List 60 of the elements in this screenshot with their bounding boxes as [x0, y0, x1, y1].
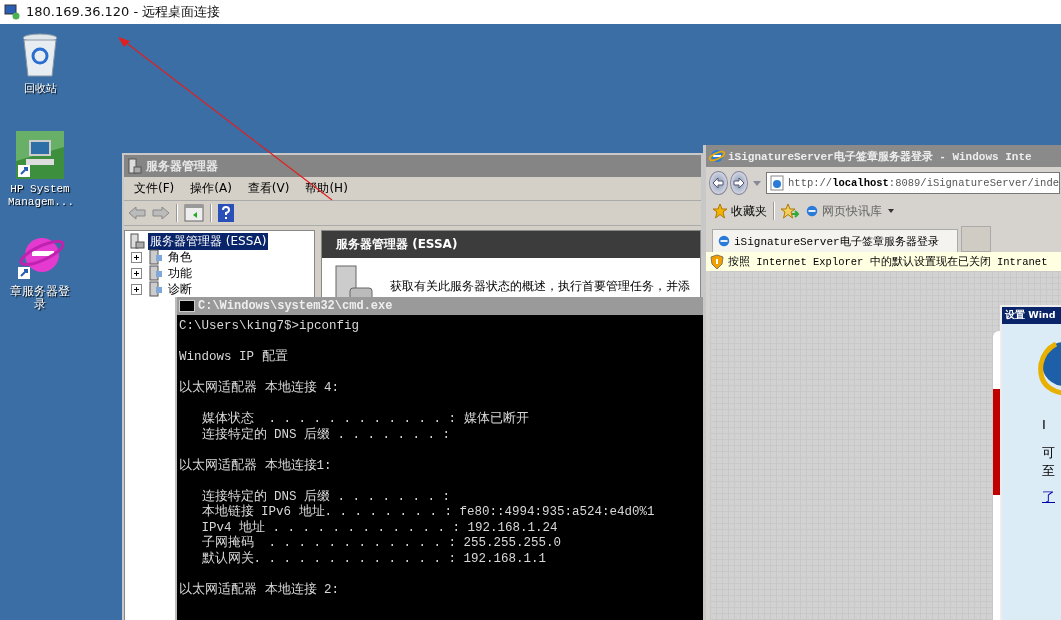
dialog-text: I	[1042, 416, 1046, 434]
desktop-icon-label[interactable]: 回收站	[23, 82, 57, 95]
star-icon	[712, 203, 728, 219]
console-line: 连接特定的 DNS 后缀 . . . . . . . :	[200, 489, 451, 504]
folder-server-icon	[147, 265, 163, 281]
forward-arrow-icon	[732, 177, 745, 189]
back-arrow-icon	[712, 177, 725, 189]
address-field[interactable]: http://localhost:8089/iSignatureServer/inde	[766, 172, 1060, 194]
window-title: iSignatureServer电子签章服务器登录 - Windows Inte	[728, 149, 1032, 164]
folder-server-icon	[147, 281, 163, 297]
menu-item[interactable]: 操作(A)	[190, 180, 232, 197]
console-line: 以太网适配器 本地连接 2:	[179, 582, 339, 598]
pane-header: 服务器管理器 (ESSA)	[322, 231, 700, 258]
forward-button[interactable]	[729, 171, 749, 195]
favorites-button[interactable]: 收藏夹	[712, 202, 767, 220]
server-icon	[128, 158, 142, 174]
remote-desktop-icon	[4, 4, 20, 20]
console-line: 默认网关. . . . . . . . . . . . . : 192.168.1.1	[200, 551, 547, 567]
tree-item[interactable]: 服务器管理器 (ESSA)	[148, 232, 269, 250]
summary-text: 获取有关此服务器状态的概述，执行首要管理任务，并添	[390, 278, 690, 294]
dialog-link[interactable]: 了	[1042, 488, 1055, 506]
console-line: IPv4 地址 . . . . . . . . . . . . : 192.168.1.24	[200, 520, 558, 535]
menu-item[interactable]: 文件(F)	[134, 180, 175, 197]
information-bar[interactable]: 按照 Internet Explorer 中的默认设置现在已关闭 Intranet	[706, 252, 1061, 271]
folder-server-icon	[147, 249, 163, 265]
window-title: 服务器管理器	[146, 157, 218, 175]
dialog-text: 至	[1042, 462, 1055, 480]
recycle-bin-icon[interactable]	[20, 32, 60, 78]
back-button[interactable]	[709, 171, 728, 195]
console-line: 以太网适配器 本地连接 4:	[179, 381, 339, 397]
console-line: 以太网适配器 本地连接1:	[179, 458, 332, 474]
console-icon	[179, 300, 195, 312]
dialog-title: 设置 Wind	[1002, 307, 1061, 324]
tree-item[interactable]: 角色	[166, 248, 194, 266]
menu-item[interactable]: 查看(V)	[247, 180, 290, 197]
window-title: 180.169.36.120 - 远程桌面连接	[26, 3, 221, 21]
console-line: 媒体状态 . . . . . . . . . . . . : 媒体已断开	[200, 412, 529, 427]
expand-toggle-icon[interactable]	[131, 283, 142, 295]
page-icon	[770, 175, 785, 191]
help-icon[interactable]	[218, 204, 234, 222]
tree-item[interactable]: 诊断	[166, 280, 194, 298]
panel-toggle-icon[interactable]	[184, 204, 204, 222]
console-line: Windows IP 配置	[179, 350, 288, 366]
web-slice-gallery-button[interactable]: 网页快讯库	[805, 202, 894, 220]
computer-shortcut-icon[interactable]	[16, 131, 64, 179]
menu-item[interactable]: 帮助(H)	[305, 180, 348, 197]
server-icon	[129, 233, 145, 249]
expand-toggle-icon[interactable]	[131, 267, 142, 279]
console-line: 连接特定的 DNS 后缀 . . . . . . . :	[200, 427, 451, 443]
shield-warning-icon	[710, 253, 724, 270]
tree-item[interactable]: 功能	[166, 264, 194, 282]
browser-tab[interactable]: iSignatureServer电子签章服务器登录	[712, 229, 958, 252]
desktop-icon-label[interactable]: HP System Managem...	[8, 183, 72, 209]
window-title: C:\Windows\system32\cmd.exe	[198, 299, 393, 313]
desktop-icon-label[interactable]: 章服务器登录	[5, 285, 75, 311]
console-line: 本地链接 IPv6 地址. . . . . . . . : fe80::4994:935:a524:e4d0%1	[200, 505, 655, 520]
expand-toggle-icon[interactable]	[131, 251, 142, 263]
console-line: 子网掩码 . . . . . . . . . . . . : 255.255.255.0	[200, 536, 562, 551]
console-line: C:\Users\king7$>ipconfig	[179, 319, 360, 335]
dialog-text: 可	[1042, 444, 1055, 462]
